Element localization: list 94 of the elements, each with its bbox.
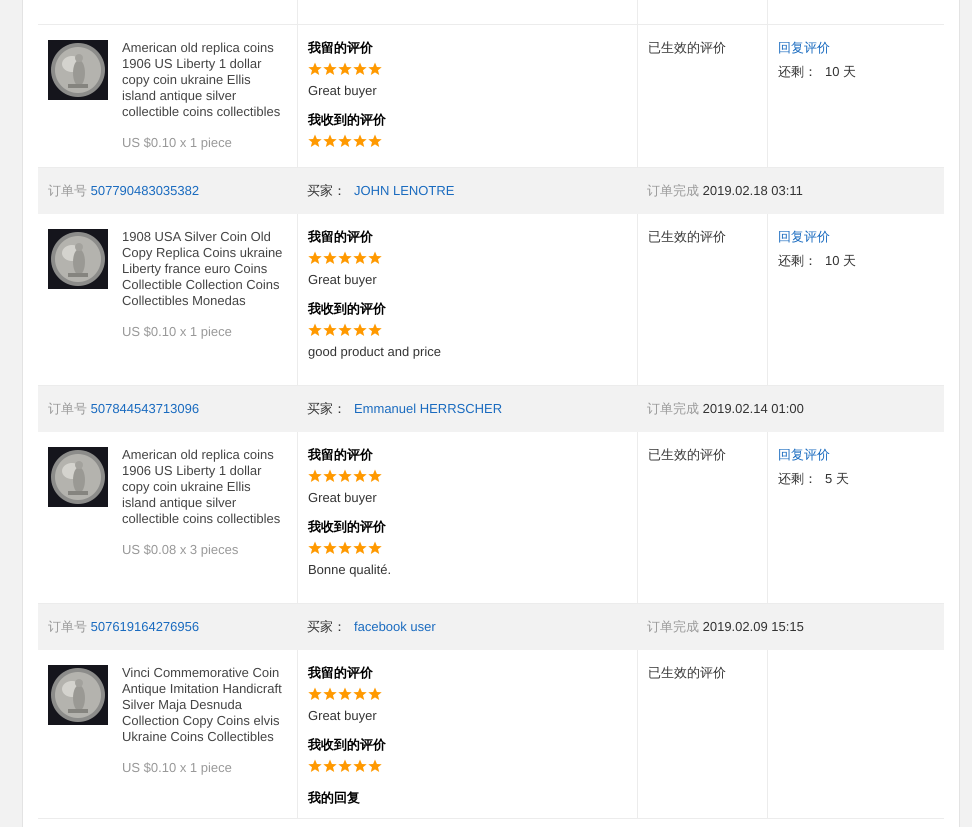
review-text: Great buyer [308, 83, 378, 99]
price-text: US $0.10 x 1 piece [122, 760, 233, 776]
star-icon [308, 134, 322, 148]
star-icon [323, 541, 337, 555]
star-icon [338, 469, 352, 483]
star-icon [368, 541, 382, 555]
buyer-label: 买家： [307, 619, 346, 634]
buyer-label: 买家： [307, 183, 346, 198]
price-text: US $0.08 x 3 pieces [122, 542, 240, 558]
review-heading: 我收到的评价 [308, 519, 387, 535]
star-icon [353, 251, 367, 265]
star-icon [368, 687, 382, 701]
remaining-label: 还剩： [778, 253, 817, 268]
star-icon [368, 759, 382, 773]
order-number-label: 订单号 [48, 619, 87, 634]
review-text: Great buyer [308, 490, 378, 506]
review-heading: 我留的评价 [308, 665, 374, 681]
star-icon [323, 759, 337, 773]
star-icon [338, 687, 352, 701]
product-title: Vinci Commemorative Coin Antique Imitation Handicraft Silver Maja Desnuda Collection Copy Coins elvis Ukraine Coins Collectibles [122, 665, 283, 745]
star-icon [323, 251, 337, 265]
status-text: 已生效的评价 [648, 665, 726, 680]
order-number-link[interactable]: 507790483035382 [90, 183, 200, 198]
product-title: American old replica coins 1906 US Liberty 1 dollar copy coin ukraine Ellis island antique silver collectible coins collectibles [122, 447, 282, 527]
remaining-days: 10 天 [825, 253, 856, 268]
review-heading: 我留的评价 [308, 40, 374, 56]
review-heading: 我的回复 [308, 790, 361, 806]
star-icon [308, 469, 322, 483]
buyer-link[interactable]: facebook user [354, 619, 436, 634]
star-icon [353, 687, 367, 701]
star-icon [323, 469, 337, 483]
order-number-label: 订单号 [48, 401, 87, 416]
star-icon [353, 469, 367, 483]
star-icon [308, 687, 322, 701]
star-icon [368, 251, 382, 265]
star-icon [323, 687, 337, 701]
review-text: Bonne qualité. [308, 562, 392, 578]
star-icon [308, 62, 322, 76]
star-icon [308, 323, 322, 337]
star-icon [368, 134, 382, 148]
star-icon [338, 541, 352, 555]
order-number-link[interactable]: 507844543713096 [90, 401, 200, 416]
star-icon [308, 541, 322, 555]
status-text: 已生效的评价 [648, 229, 726, 244]
buyer-link[interactable]: Emmanuel HERRSCHER [354, 401, 502, 416]
completed-label: 订单完成 [647, 401, 699, 416]
order-number-link[interactable]: 507619164276956 [90, 619, 200, 634]
review-text: Great buyer [308, 272, 378, 288]
reply-review-link[interactable]: 回复评价 [778, 40, 936, 56]
remaining-label: 还剩： [778, 64, 817, 79]
star-icon [353, 759, 367, 773]
remaining-days: 10 天 [825, 64, 856, 79]
star-icon [338, 134, 352, 148]
review-heading: 我收到的评价 [308, 301, 387, 317]
reply-review-link[interactable]: 回复评价 [778, 447, 936, 463]
star-icon [353, 134, 367, 148]
star-icon [353, 541, 367, 555]
completed-time: 2019.02.14 01:00 [702, 401, 804, 416]
star-icon [323, 134, 337, 148]
remaining-days: 5 天 [825, 471, 849, 486]
review-heading: 我留的评价 [308, 447, 374, 463]
star-icon [353, 323, 367, 337]
star-icon [338, 759, 352, 773]
star-icon [308, 759, 322, 773]
star-icon [353, 62, 367, 76]
star-icon [338, 251, 352, 265]
status-text: 已生效的评价 [648, 40, 726, 55]
star-icon [338, 62, 352, 76]
product-title: American old replica coins 1906 US Liberty 1 dollar copy coin ukraine Ellis island antique silver collectible coins collectibles [122, 40, 282, 120]
price-text: US $0.10 x 1 piece [122, 324, 233, 340]
review-heading: 我留的评价 [308, 229, 374, 245]
status-text: 已生效的评价 [648, 447, 726, 462]
star-icon [368, 62, 382, 76]
remaining-label: 还剩： [778, 471, 817, 486]
review-text: Great buyer [308, 708, 378, 724]
product-title: 1908 USA Silver Coin Old Copy Replica Coins ukraine Liberty france euro Coins Collectible Collection Coins Collectibles Monedas [122, 229, 284, 309]
review-heading: 我收到的评价 [308, 737, 387, 753]
buyer-label: 买家： [307, 401, 346, 416]
star-icon [323, 323, 337, 337]
reply-review-link[interactable]: 回复评价 [778, 229, 936, 245]
order-number-label: 订单号 [48, 183, 87, 198]
buyer-link[interactable]: JOHN LENOTRE [354, 183, 454, 198]
review-text: good product and price [308, 344, 442, 360]
star-icon [323, 62, 337, 76]
completed-time: 2019.02.09 15:15 [702, 619, 804, 634]
review-heading: 我收到的评价 [308, 112, 387, 128]
price-text: US $0.10 x 1 piece [122, 135, 233, 151]
completed-time: 2019.02.18 03:11 [702, 183, 803, 198]
star-icon [368, 323, 382, 337]
star-icon [368, 469, 382, 483]
star-icon [308, 251, 322, 265]
star-icon [338, 323, 352, 337]
completed-label: 订单完成 [647, 183, 699, 198]
completed-label: 订单完成 [647, 619, 699, 634]
